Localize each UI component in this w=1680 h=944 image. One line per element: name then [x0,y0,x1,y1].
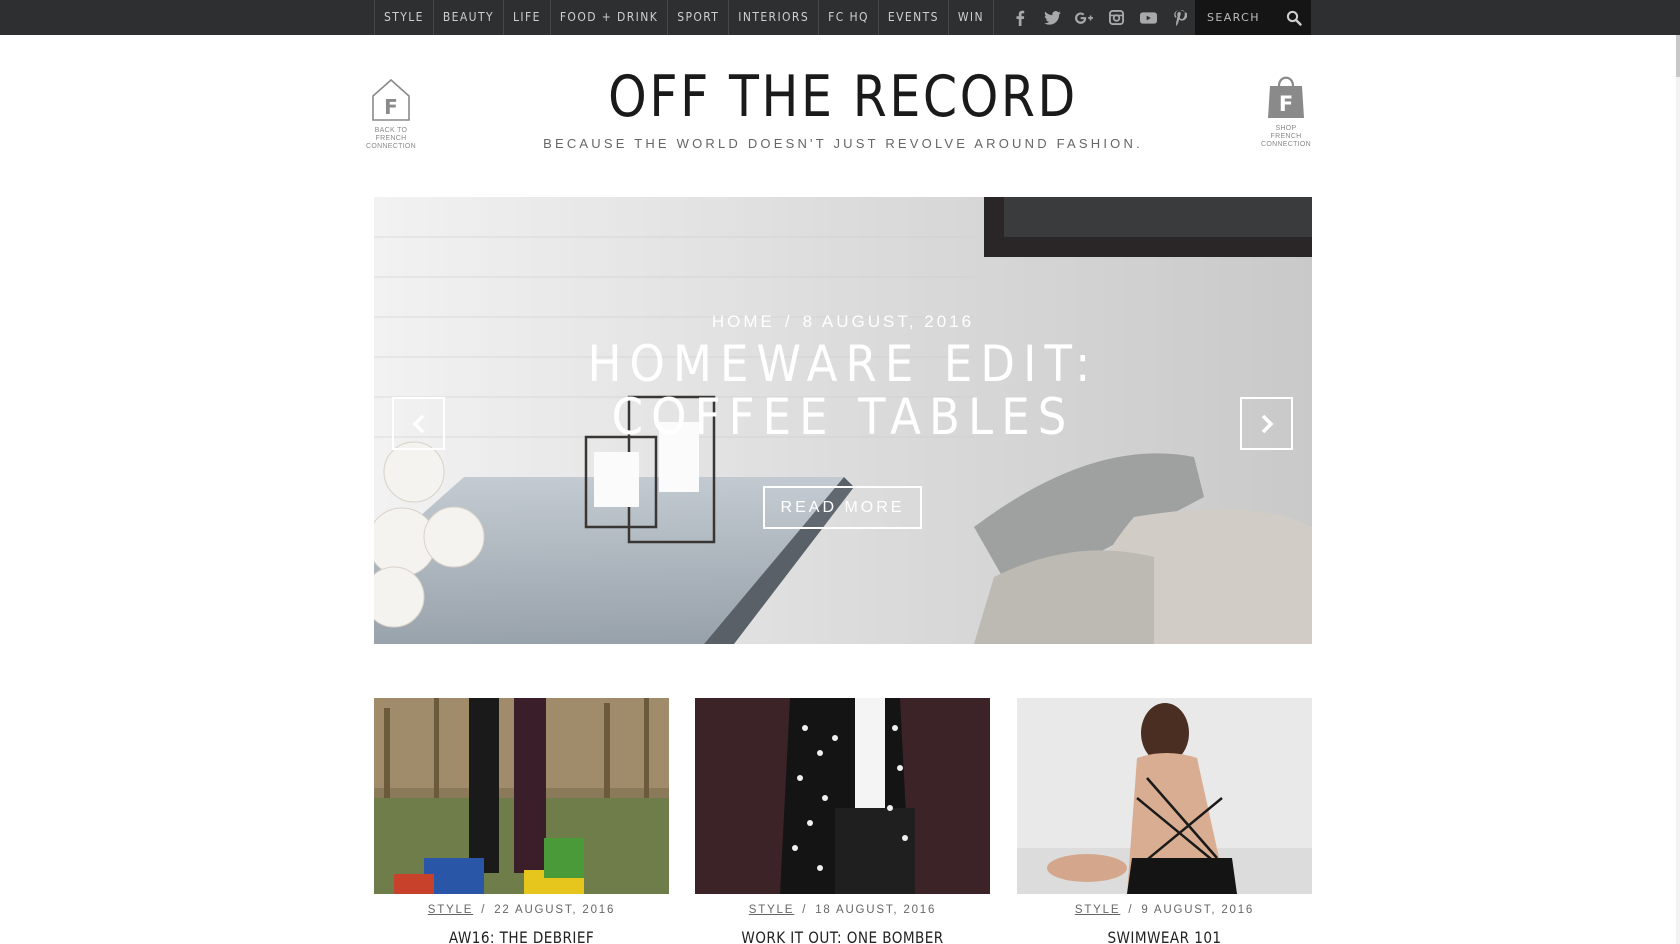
slider-prev-button[interactable] [392,397,445,450]
social-links [1004,0,1196,35]
top-navigation-bar: STYLE BEAUTY LIFE FOOD + DRINK SPORT INT… [0,0,1680,35]
chevron-right-icon [1261,414,1273,433]
nav-item-style[interactable]: STYLE [374,0,433,35]
search-box [1195,0,1311,35]
search-input[interactable] [1207,11,1283,24]
nav-item-food-drink[interactable]: FOOD + DRINK [549,0,667,35]
card-meta-separator: / [481,904,487,916]
shop-link-line-1: SHOP [1275,125,1297,132]
card-date-aw16: 22 AUGUST, 2016 [494,904,616,916]
card-date-bomber: 18 AUGUST, 2016 [815,904,937,916]
hero-meta-separator: / [784,312,793,331]
card-title-aw16[interactable]: AW16: THE DEBRIEF [396,928,647,944]
hero-meta: HOME / 8 AUGUST, 2016 [374,312,1312,332]
shopping-bag-icon: F [1268,76,1304,118]
card-meta-bomber: STYLE / 18 AUGUST, 2016 [695,904,990,916]
instagram-icon[interactable] [1100,0,1132,35]
svg-text:F: F [1279,92,1293,116]
card-category-aw16[interactable]: STYLE [428,904,473,916]
card-meta-swimwear: STYLE / 9 AUGUST, 2016 [1017,904,1312,916]
twitter-icon[interactable] [1036,0,1068,35]
card-category-bomber[interactable]: STYLE [749,904,794,916]
shop-link-line-2: FRENCH [1270,133,1302,140]
card-image-swimwear[interactable] [1017,698,1312,894]
category-nav: STYLE BEAUTY LIFE FOOD + DRINK SPORT INT… [374,0,994,35]
card-category-swimwear[interactable]: STYLE [1075,904,1120,916]
card-image-aw16[interactable] [374,698,669,894]
back-link-line-1: BACK TO [374,127,408,134]
shop-link-line-3: CONNECTION [1260,141,1312,148]
site-title: OFF THE RECORD [608,64,1078,130]
card-meta-separator: / [1128,904,1134,916]
search-icon[interactable] [1286,10,1302,26]
card-meta-aw16: STYLE / 22 AUGUST, 2016 [374,904,669,916]
card-date-swimwear: 9 AUGUST, 2016 [1141,904,1255,916]
facebook-icon[interactable] [1004,0,1036,35]
nav-item-life[interactable]: LIFE [502,0,550,35]
page-scrollbar[interactable] [1676,35,1680,944]
card-image-bomber[interactable] [695,698,990,894]
scrollbar-thumb[interactable] [1676,35,1680,77]
shop-french-connection-link[interactable]: F SHOP FRENCH CONNECTION [1256,72,1316,149]
chevron-left-icon [412,414,424,433]
nav-item-fc-hq[interactable]: FC HQ [818,0,878,35]
slider-next-button[interactable] [1240,397,1293,450]
card-title-bomber[interactable]: WORK IT OUT: ONE BOMBER WORN TWO [717,928,968,944]
nav-item-sport[interactable]: SPORT [667,0,728,35]
svg-text:F: F [384,95,398,119]
site-tagline: BECAUSE THE WORLD DOESN'T JUST REVOLVE A… [543,136,1143,151]
youtube-icon[interactable] [1132,0,1164,35]
pinterest-icon[interactable] [1164,0,1196,35]
nav-item-beauty[interactable]: BEAUTY [432,0,503,35]
card-title-swimwear[interactable]: SWIMWEAR 101 [1039,928,1290,944]
nav-item-interiors[interactable]: INTERIORS [728,0,818,35]
hero-date: 8 AUGUST, 2016 [802,312,975,331]
card-meta-separator: / [802,904,808,916]
google-plus-icon[interactable] [1068,0,1100,35]
hero-category[interactable]: HOME [712,312,775,331]
read-more-button[interactable]: READ MORE [763,486,922,529]
hero-title[interactable]: HOMEWARE EDIT: COFFEE TABLES [529,338,1157,444]
nav-item-events[interactable]: EVENTS [877,0,948,35]
nav-item-win[interactable]: WIN [947,0,994,35]
house-f-icon: F [372,78,410,121]
